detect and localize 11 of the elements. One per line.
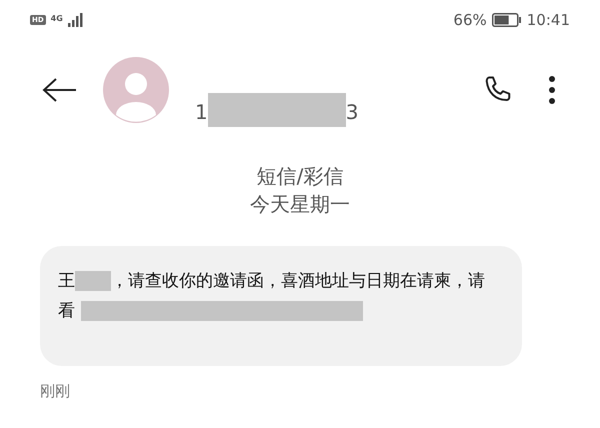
message-text: ，请查收你的邀请函，喜酒地址与日期在请柬，请 [111, 270, 485, 293]
battery-percent: 66% [453, 10, 487, 31]
message-text: 王 [58, 270, 75, 293]
date-label: 今天星期一 [250, 191, 350, 218]
contact-number: 3 [346, 99, 358, 126]
network-type: 4G [50, 15, 63, 23]
message-type: 短信/彩信 [256, 163, 344, 190]
clock: 10:41 [526, 10, 570, 31]
message-time: 刚刚 [40, 381, 71, 402]
contact-number: 1 [195, 99, 208, 126]
message-text: 看 [58, 300, 75, 323]
